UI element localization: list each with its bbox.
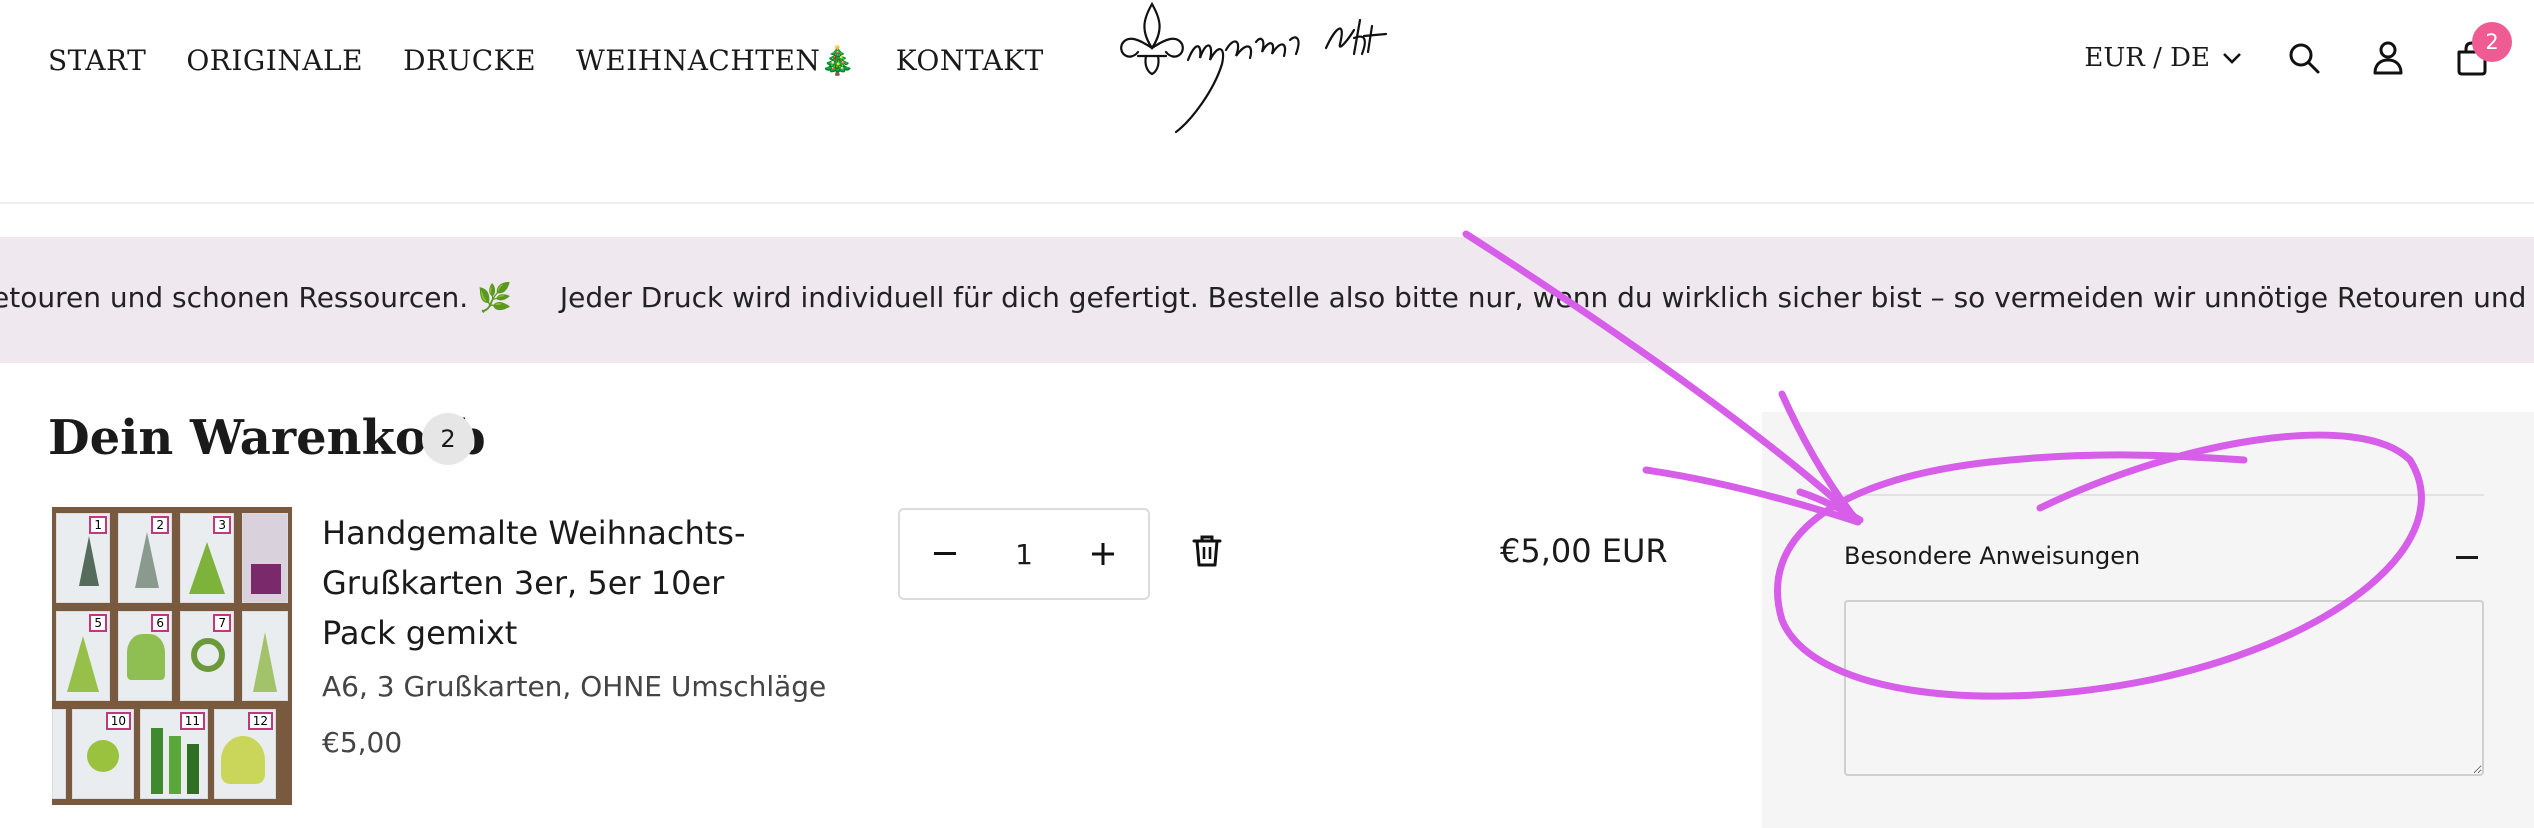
currency-label: EUR / DE [2084,43,2210,73]
nav-drucke[interactable]: DRUCKE [403,44,536,77]
thumb-card: 12 [214,709,276,799]
chevron-down-icon [2223,53,2241,64]
line-item-total: €5,00 EUR [1500,532,1668,570]
site-header: START ORIGINALE DRUCKE WEIHNACHTEN🎄 KONT… [0,0,2534,204]
thumb-card: 6 [118,611,172,701]
collapse-notes-toggle[interactable] [2456,556,2478,559]
thumb-card [52,709,66,799]
nav-kontakt[interactable]: KONTAKT [896,44,1044,77]
announcement-marquee: etouren und schonen Ressourcen. 🌿 Jeder … [0,281,2534,314]
main-nav: START ORIGINALE DRUCKE WEIHNACHTEN🎄 KONT… [48,44,1044,77]
account-button[interactable] [2366,36,2410,80]
product-unit-price: €5,00 [322,726,403,759]
thumb-card: 2 [118,513,172,603]
product-title-link[interactable]: Handgemalte Weihnachts-Grußkarten 3er, 5… [322,508,802,658]
quantity-stepper: 1 [898,508,1150,600]
decrease-quantity-button[interactable] [930,539,960,569]
nav-weihnachten[interactable]: WEIHNACHTEN🎄 [576,44,856,77]
cart-count-badge: 2 [2472,22,2512,62]
announcement-bar: etouren und schonen Ressourcen. 🌿 Jeder … [0,237,2534,363]
increase-quantity-button[interactable] [1088,539,1118,569]
thumb-card [242,611,288,701]
thumb-card: 10 [72,709,134,799]
cart-item-count-badge: 2 [422,413,474,465]
summary-divider [1844,494,2484,496]
cart-button[interactable]: 2 [2450,22,2512,80]
order-notes-textarea[interactable] [1844,600,2484,776]
header-actions: EUR / DE 2 [2084,22,2512,80]
order-notes-label[interactable]: Besondere Anweisungen [1844,542,2140,570]
product-variant: A6, 3 Grußkarten, OHNE Umschläge [322,670,827,703]
search-button[interactable] [2282,36,2326,80]
thumb-card [242,513,288,603]
thumb-card: 11 [140,709,208,799]
thumb-card: 5 [56,611,110,701]
search-icon [2289,43,2320,74]
product-thumbnail[interactable]: 1 2 3 5 6 7 10 11 12 [52,507,292,805]
thumb-card: 1 [56,513,110,603]
plus-icon [1091,543,1114,565]
nav-start[interactable]: START [48,44,146,77]
cart-title: Dein Warenkorb [48,410,486,466]
currency-selector[interactable]: EUR / DE [2084,43,2242,73]
brand-logo[interactable] [1110,0,1426,140]
remove-item-button[interactable] [1192,534,1228,572]
quantity-input[interactable]: 1 [1015,538,1033,571]
thumb-card: 7 [180,611,234,701]
thumb-card: 3 [180,513,234,603]
announcement-text: Jeder Druck wird individuell für dich ge… [559,281,2534,314]
minus-icon [934,552,956,555]
announcement-text: etouren und schonen Ressourcen. 🌿 [0,281,512,314]
nav-originale[interactable]: ORIGINALE [186,44,363,77]
user-icon [2373,41,2403,75]
trash-icon [1192,535,1222,567]
